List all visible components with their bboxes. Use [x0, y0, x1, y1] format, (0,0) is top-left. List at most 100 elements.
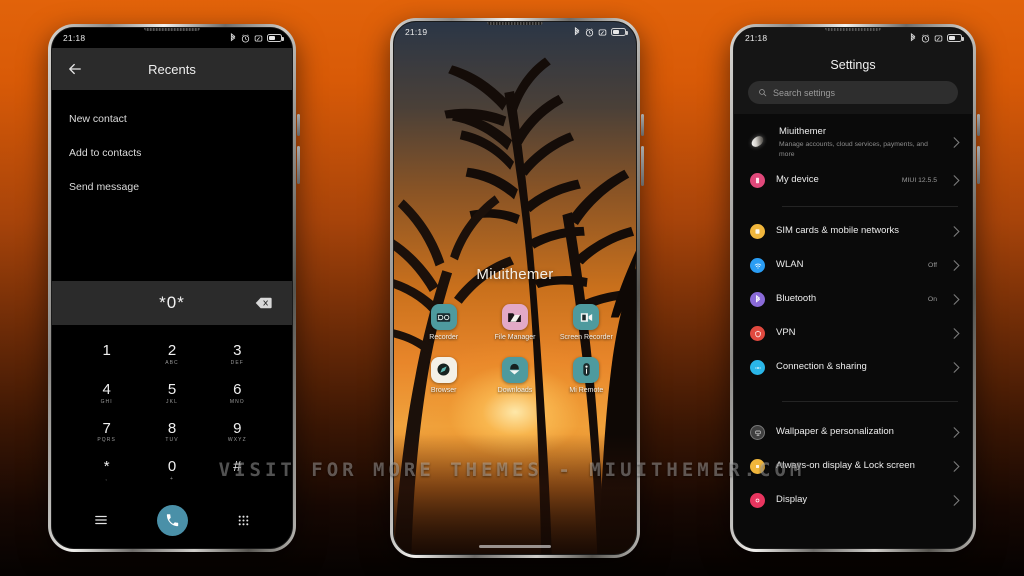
status-bar-dialer: 21:18 — [52, 28, 292, 48]
dialpad-icon[interactable] — [237, 514, 250, 527]
dialed-number-value: *0* — [159, 293, 185, 312]
back-arrow-icon[interactable] — [66, 60, 84, 78]
key-letters: PQRS — [97, 437, 116, 444]
key-6[interactable]: 6 MNO — [205, 376, 270, 415]
bluetooth-icon — [230, 33, 236, 42]
key-letters: + — [169, 476, 174, 482]
vibrate-icon — [254, 34, 263, 42]
key-9[interactable]: 9 WXYZ — [205, 415, 270, 454]
settings-row-display[interactable]: Display — [734, 484, 972, 518]
key-1[interactable]: 1⁠ — [74, 337, 139, 376]
divider — [782, 205, 958, 207]
status-time: 21:18 — [63, 33, 86, 43]
app-browser[interactable]: Browser — [408, 356, 479, 396]
row-title: VPN — [776, 327, 796, 339]
settings-row-wallpaper[interactable]: Wallpaper & personalization — [734, 416, 972, 450]
key-3[interactable]: 3 DEF — [205, 337, 270, 376]
menu-item-new-contact[interactable]: New contact — [52, 102, 292, 136]
app-downloads[interactable]: Downloads — [479, 356, 550, 396]
bluetooth-icon — [574, 27, 580, 36]
recorder-icon — [430, 304, 457, 330]
search-placeholder: Search settings — [773, 87, 836, 98]
menu-item-add-to-contacts[interactable]: Add to contacts — [52, 136, 292, 170]
key-letters: ⁠ — [74, 360, 139, 367]
alarm-icon — [585, 27, 594, 37]
key-digit: 1 — [102, 342, 111, 359]
key-digit: 2 — [167, 342, 177, 359]
device-icon — [750, 173, 765, 188]
app-label: Browser — [430, 386, 457, 394]
call-icon — [166, 513, 179, 526]
key-4[interactable]: 4 GHI — [74, 376, 139, 415]
app-file-manager[interactable]: File Manager — [479, 304, 550, 343]
call-button[interactable] — [156, 504, 188, 536]
key-letters: TUV — [165, 437, 179, 444]
settings-row-connection-sharing[interactable]: Connection & sharing — [734, 351, 972, 385]
key-letters: ABC — [165, 359, 179, 366]
key-star[interactable]: *, — [74, 453, 139, 492]
settings-row-vpn[interactable]: VPN — [734, 317, 972, 351]
app-screen-recorder[interactable]: Screen Recorder — [551, 304, 622, 343]
backspace-icon[interactable] — [255, 297, 272, 309]
settings-row-my-device[interactable]: My device MIUI 12.5.5 — [734, 164, 972, 198]
chevron-right-icon — [953, 328, 960, 339]
row-title: Connection & sharing — [776, 361, 867, 373]
battery-icon — [267, 34, 284, 42]
key-digit: # — [233, 458, 242, 476]
app-label: File Manager — [494, 334, 536, 341]
key-8[interactable]: 8 TUV — [139, 415, 204, 454]
sim-icon — [750, 224, 765, 239]
key-hash[interactable]: # — [205, 453, 270, 492]
app-mi-remote[interactable]: Mi Remote — [551, 356, 622, 396]
battery-icon — [611, 28, 628, 36]
settings-row-wlan[interactable]: WLAN Off — [734, 249, 972, 283]
earpiece-speaker — [825, 28, 881, 31]
compass-icon — [430, 356, 457, 383]
remote-icon — [573, 356, 600, 383]
earpiece-speaker — [144, 28, 200, 31]
key-7[interactable]: 7 PQRS — [74, 415, 139, 454]
wallpaper-label: Miuithemer — [476, 266, 554, 283]
key-2[interactable]: 2 ABC — [139, 337, 204, 376]
bluetooth-icon — [750, 292, 765, 307]
settings-header: 21:18 Settings Search settings — [734, 28, 972, 114]
screenshot-stage: 21:18 Recents New contact Add to contact… — [0, 0, 1024, 576]
key-0[interactable]: 0 + — [139, 453, 204, 492]
settings-row-bluetooth[interactable]: Bluetooth On — [734, 283, 972, 317]
dialer-bottom-bar — [52, 492, 292, 548]
dialpad[interactable]: 1⁠ 2ABC 3DEF 4GHI 5JKL 6MNO 7PQRS 8TUV 9… — [52, 325, 292, 492]
status-icons — [909, 33, 964, 43]
home-indicator[interactable] — [479, 545, 551, 548]
phone-dialer-frame: 21:18 Recents New contact Add to contact… — [48, 24, 300, 552]
chevron-right-icon — [953, 362, 960, 373]
row-value: On — [927, 296, 937, 303]
key-digit: 3 — [233, 342, 242, 359]
row-title: SIM cards & mobile networks — [776, 225, 900, 237]
wifi-icon — [750, 258, 765, 273]
status-bar-settings: 21:18 — [734, 28, 972, 48]
settings-group-network: SIM cards & mobile networks WLAN Off Blu… — [734, 213, 972, 387]
dialer-menu-list: New contact Add to contacts Send message — [52, 90, 292, 204]
page-title: Settings — [830, 58, 876, 72]
row-title: Always-on display & Lock screen — [776, 460, 915, 472]
vpn-icon — [750, 326, 765, 341]
settings-row-sim-cards[interactable]: SIM cards & mobile networks — [734, 215, 972, 249]
earpiece-speaker — [487, 22, 543, 25]
settings-group-account: Miuithemer Manage accounts, cloud servic… — [734, 114, 972, 200]
search-settings-field[interactable]: Search settings — [748, 81, 958, 104]
display-icon — [750, 493, 765, 508]
key-digit: 5 — [167, 380, 177, 398]
dialed-number-field[interactable]: *0* — [52, 281, 292, 325]
app-recorder[interactable]: Recorder — [408, 304, 479, 343]
status-time: 21:19 — [405, 27, 428, 37]
key-5[interactable]: 5 JKL — [139, 376, 204, 415]
key-digit: 8 — [167, 419, 177, 437]
menu-icon[interactable] — [94, 513, 108, 527]
settings-row-miuithemer[interactable]: Miuithemer Manage accounts, cloud servic… — [734, 122, 972, 164]
row-value: Off — [928, 262, 937, 269]
screen-recorder-icon — [573, 304, 600, 330]
row-title: Miuithemer — [779, 126, 826, 137]
settings-row-always-on-display[interactable]: Always-on display & Lock screen — [734, 450, 972, 484]
settings-list[interactable]: Miuithemer Manage accounts, cloud servic… — [734, 114, 972, 548]
menu-item-send-message[interactable]: Send message — [52, 170, 292, 204]
